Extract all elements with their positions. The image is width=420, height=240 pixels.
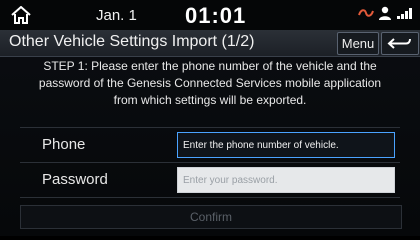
connected-services-icon [358,6,374,24]
menu-button[interactable]: Menu [337,32,379,55]
user-profile-icon [378,5,392,26]
phone-row: Phone Enter the phone number of vehicle. [20,127,400,162]
phone-input[interactable]: Enter the phone number of vehicle. [177,132,395,158]
screen: Jan. 1 01:01 Other Vehicle Settings Impo… [0,0,420,236]
back-arrow-icon [382,38,418,58]
instructions-text: STEP 1: Please enter the phone number of… [38,59,382,107]
status-icons [358,5,414,26]
clock-display: 01:01 [185,3,247,28]
password-input[interactable]: Enter your password. [177,167,395,193]
password-row: Password Enter your password. [20,162,400,198]
page-title: Other Vehicle Settings Import (1/2) [9,33,255,50]
status-bar: Jan. 1 01:01 [0,0,420,31]
phone-label: Phone [42,136,86,153]
back-button[interactable] [381,32,419,55]
confirm-button[interactable]: Confirm [20,205,402,229]
date-display: Jan. 1 [96,7,137,24]
signal-strength-icon [396,6,414,25]
title-bar: Other Vehicle Settings Import (1/2) Menu [0,30,420,57]
password-label: Password [42,171,108,188]
home-icon[interactable] [10,5,32,24]
